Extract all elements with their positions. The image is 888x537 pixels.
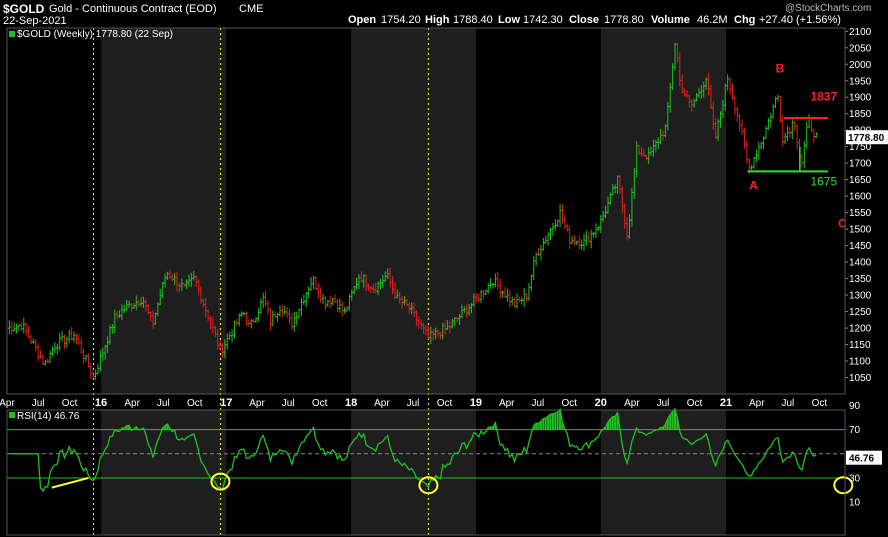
price-tick-label: 1050 [849, 373, 872, 384]
x-tick-label: Oct [687, 398, 703, 409]
wave-label: 1675 [810, 175, 837, 189]
x-tick-label: Oct [187, 398, 203, 409]
x-tick-label: Jul [781, 398, 794, 409]
x-tick-label: 19 [470, 397, 482, 409]
x-tick-label: 21 [720, 397, 732, 409]
x-tick-label: Jul [407, 398, 420, 409]
x-tick-label: 17 [220, 397, 232, 409]
x-tick-label: Apr [499, 398, 515, 409]
x-tick-label: Apr [124, 398, 140, 409]
price-tick-label: 2050 [849, 43, 872, 54]
wave-label: B [776, 62, 785, 76]
price-tick-label: 2000 [849, 60, 872, 71]
price-tick-label: 1600 [849, 192, 872, 203]
price-tick-label: 1200 [849, 324, 872, 335]
x-tick-label: 20 [595, 397, 607, 409]
price-chart: B 1837 A 1675 C 1050 1100 1150 1200 1250 1300 1350 1… [0, 27, 888, 536]
x-tick-label: Oct [437, 398, 453, 409]
x-tick-label: 18 [345, 397, 357, 409]
rsi-tick-label: 30 [849, 473, 861, 484]
x-tick-label: Oct [312, 398, 328, 409]
price-tick-label: 2100 [849, 27, 872, 38]
price-legend-swatch [9, 31, 15, 37]
price-tick-label: 1500 [849, 225, 872, 236]
x-tick-label: Apr [374, 398, 390, 409]
wave-label: 1837 [810, 90, 837, 104]
last-price-label: 1778.80 [848, 133, 885, 144]
x-tick-label: 16 [95, 397, 107, 409]
price-tick-label: 1450 [849, 241, 872, 252]
x-tick-label: Apr [249, 398, 265, 409]
price-tick-label: 1700 [849, 159, 872, 170]
x-tick-label: Apr [624, 398, 640, 409]
rsi-tick-label: 10 [849, 498, 861, 509]
x-tick-label: Jul [32, 398, 45, 409]
x-tick-label: Oct [62, 398, 78, 409]
price-tick-label: 1300 [849, 291, 872, 302]
price-legend-label: $GOLD (Weekly) 1778.80 (22 Sep) [17, 29, 173, 40]
price-tick-label: 1900 [849, 93, 872, 104]
price-tick-label: 1400 [849, 258, 872, 269]
rsi-tick-label: 70 [849, 425, 861, 436]
year-band-price [600, 28, 726, 394]
x-tick-label: Oct [562, 398, 578, 409]
rsi-legend-swatch [9, 412, 15, 418]
x-tick-label: Apr [0, 398, 15, 409]
price-tick-label: 1150 [849, 340, 871, 351]
x-tick-label: Jul [657, 398, 670, 409]
x-tick-label: Oct [812, 398, 828, 409]
price-tick-label: 1950 [849, 76, 872, 87]
x-tick-label: Jul [531, 398, 544, 409]
wave-label: A [749, 179, 758, 193]
x-tick-label: Jul [157, 398, 170, 409]
price-tick-label: 1550 [849, 208, 872, 219]
year-band-price [351, 28, 476, 394]
rsi-tick-label: 90 [849, 401, 861, 412]
year-band-price [101, 28, 227, 394]
price-tick-label: 1100 [849, 357, 871, 368]
x-tick-label: Jul [282, 398, 295, 409]
rsi-legend-label: RSI(14) 46.76 [17, 411, 80, 422]
rsi-last-label: 46.76 [849, 454, 874, 465]
price-tick-label: 1650 [849, 175, 872, 186]
price-tick-label: 1250 [849, 307, 872, 318]
wave-label: C [838, 216, 847, 230]
price-tick-label: 1350 [849, 274, 872, 285]
x-tick-label: Apr [749, 398, 765, 409]
price-tick-label: 1850 [849, 109, 872, 120]
